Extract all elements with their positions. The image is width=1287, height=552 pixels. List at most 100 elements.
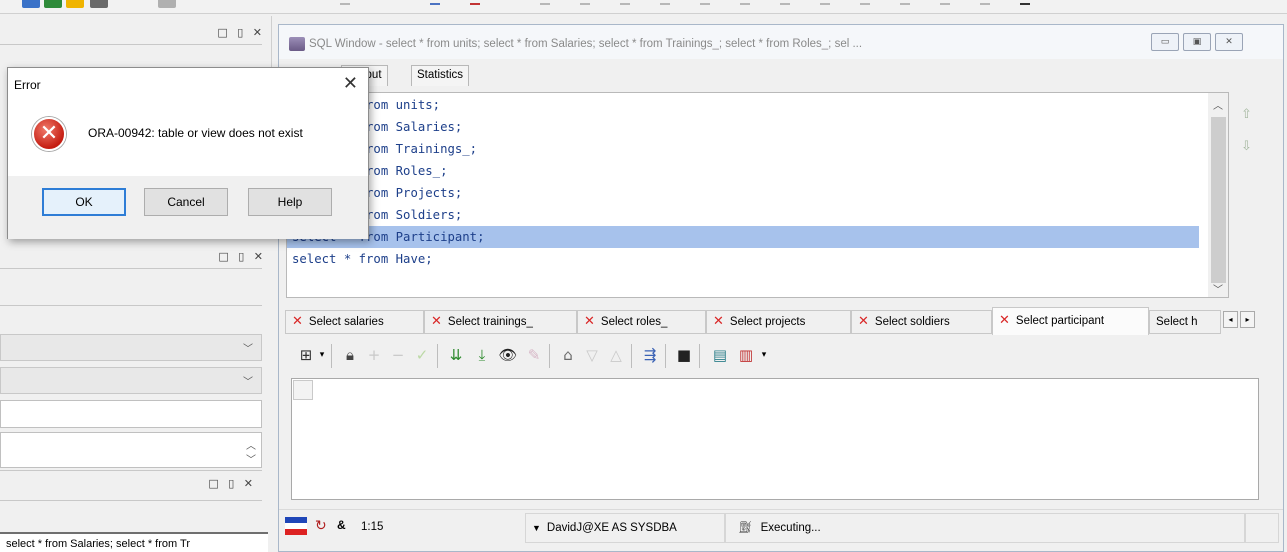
result-tabs: ✕ Select salaries ✕ Select trainings_ ✕ Sel… [285,307,1257,336]
tab-select-participant[interactable]: ✕ Select participant [992,307,1149,335]
tab-statistics[interactable]: Statistics [411,65,470,86]
arrow-down-icon[interactable]: ⇩ [1241,139,1252,154]
toolbar-button-icon[interactable] [22,0,40,8]
toolbar-button-icon[interactable] [430,3,440,5]
grid-corner-cell[interactable] [293,380,313,400]
executing-icon: ⛽︎ [738,522,753,534]
toolbar-button-icon[interactable] [158,0,176,8]
close-button[interactable]: ✕ [1215,33,1243,51]
toolbar-separator [340,3,350,5]
error-message: ORA-00942: table or view does not exist [88,126,303,140]
scroll-up-icon[interactable]: ︿ [1213,97,1223,112]
printer-icon[interactable]: ▤ [709,344,731,366]
tab-select-roles[interactable]: ✕ Select roles_ [577,310,706,334]
plus-icon[interactable]: + [363,344,385,366]
tab-label: Select trainings_ [447,316,533,328]
minus-icon[interactable]: − [387,344,409,366]
cancel-button[interactable]: Cancel [144,188,228,216]
close-tab-icon[interactable]: ✕ [292,314,303,329]
help-button[interactable]: Help [248,188,332,216]
close-tab-icon[interactable]: ✕ [584,314,595,329]
code-line-selected[interactable]: select * from Participant; [287,226,1199,248]
panel-dock-buttons[interactable]: □ ▯ ✕ [208,477,256,490]
tab-select-soldiers[interactable]: ✕ Select soldiers [851,310,992,334]
tab-label: Select participant [1015,315,1105,327]
query-icon[interactable]: ⌂ [557,344,579,366]
window-title-bar: SQL Window - select * from units; select… [279,25,1283,59]
tab-select-have[interactable]: Select h [1149,310,1221,334]
scroll-up-icon[interactable]: ︿ [246,437,256,452]
arrow-up-icon[interactable]: ⇧ [1241,107,1252,122]
list-box[interactable]: ︿ ﹀ [0,432,262,468]
arrow-down-icon[interactable]: ▽ [581,344,603,366]
panel-dock-buttons[interactable]: □ ▯ ✕ [218,250,266,263]
resize-grip[interactable] [1245,513,1279,543]
code-line[interactable]: select * from units; [287,94,1199,116]
close-tab-icon[interactable]: ✕ [431,314,442,329]
tab-label: Select salaries [308,316,384,328]
toolbar-separator [780,3,790,5]
tab-select-trainings[interactable]: ✕ Select trainings_ [424,310,577,334]
divider [0,268,262,269]
binoculars-icon[interactable]: 👁︎ [497,344,519,366]
toolbar-button-icon[interactable] [66,0,84,8]
minimize-button[interactable]: ▭ [1151,33,1179,51]
code-line[interactable]: select * from Soldiers; [287,204,1199,226]
chevron-down-icon[interactable]: ▾ [311,344,333,366]
search-input[interactable] [0,400,262,428]
code-line[interactable]: select * from Projects; [287,182,1199,204]
chevron-down-icon: ▼ [532,523,541,533]
error-icon: ✕ [32,117,66,151]
toolbar-button-icon[interactable] [90,0,108,8]
ampersand-icon[interactable]: & [337,518,346,532]
toolbar-separator [437,344,438,368]
filter-combo[interactable]: ﹀ [0,334,262,361]
code-line[interactable]: select * from Roles_; [287,160,1199,182]
toolbar-separator [699,344,700,368]
panel-dock-buttons[interactable]: □ ▯ ✕ [217,26,265,39]
close-tab-icon[interactable]: ✕ [858,314,869,329]
tab-label: Select h [1156,316,1198,328]
chevron-down-icon[interactable]: ▾ [753,344,775,366]
check-icon[interactable]: ✓ [411,344,433,366]
fetch-last-icon[interactable]: ⤓ [471,344,493,366]
tab-select-salaries[interactable]: ✕ Select salaries [285,310,424,334]
error-dialog: Error ✕ ✕ ORA-00942: table or view does … [7,67,369,239]
connection-selector[interactable]: ▼ DavidJ@XE AS SYSDBA [525,513,725,543]
arrow-up-icon[interactable]: △ [605,344,627,366]
history-item[interactable]: select * from Salaries; select * from Tr [0,532,268,552]
editor-scrollbar[interactable]: ︿ ﹀ [1208,93,1228,297]
sql-editor[interactable]: select * from units; select * from Salar… [286,92,1229,298]
save-icon[interactable]: ■ [673,344,695,366]
filter-combo[interactable]: ﹀ [0,367,262,394]
toolbar-separator [820,3,830,5]
close-tab-icon[interactable]: ✕ [999,313,1010,328]
close-icon[interactable]: ✕ [343,73,358,94]
ok-button[interactable]: OK [42,188,126,216]
code-line[interactable]: select * from Trainings_; [287,138,1199,160]
export-icon[interactable]: ⇶ [639,344,661,366]
dialog-footer: OK Cancel Help [8,176,368,239]
close-tab-icon[interactable]: ✕ [713,314,724,329]
toolbar-separator [740,3,750,5]
toolbar-button-icon[interactable] [470,3,480,5]
results-grid[interactable] [291,378,1259,500]
code-line[interactable]: select * from Salaries; [287,116,1199,138]
fetch-next-icon[interactable]: ⇊ [445,344,467,366]
eraser-icon[interactable]: ✎ [523,344,545,366]
chevron-down-icon: ﹀ [243,377,253,388]
tab-scroll-right-icon[interactable]: ▸ [1240,311,1255,328]
tab-select-projects[interactable]: ✕ Select projects [706,310,851,334]
scroll-thumb[interactable] [1211,117,1226,283]
scroll-down-icon[interactable]: ﹀ [246,451,256,466]
lock-icon[interactable]: 🔒︎ [339,344,361,366]
toolbar-button-icon[interactable] [44,0,62,8]
code-line[interactable]: select * from Have; [287,248,1199,270]
refresh-icon[interactable]: ↻ [315,518,327,534]
toolbar-separator [980,3,990,5]
toolbar-separator [1020,3,1030,5]
tab-scroll-left-icon[interactable]: ◂ [1223,311,1238,328]
maximize-button[interactable]: ▣ [1183,33,1211,51]
divider [0,305,262,306]
scroll-down-icon[interactable]: ﹀ [1213,281,1223,296]
